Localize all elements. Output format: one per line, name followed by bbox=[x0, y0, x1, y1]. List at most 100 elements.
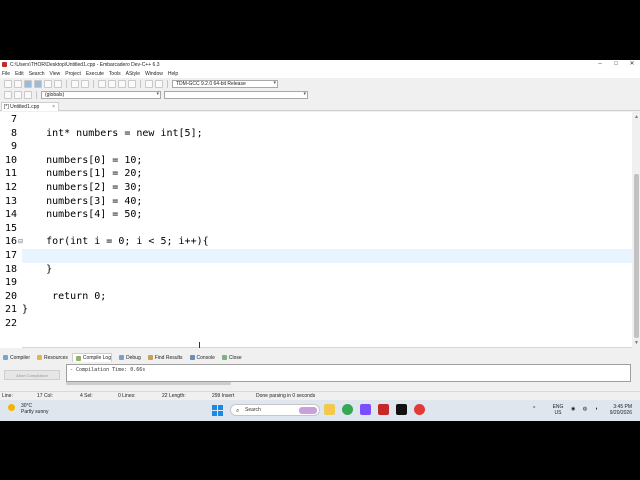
find-icon[interactable] bbox=[98, 79, 106, 88]
line-number: 8 bbox=[10, 127, 17, 139]
windows-taskbar: 30°C Partly sunny ⌕ Search ^ ENG US ◉ ◍ ◑ bbox=[0, 400, 640, 421]
compile-run-icon[interactable] bbox=[24, 90, 32, 99]
code-editor[interactable]: 7 8 9 10 11 12 13 14 15 16 ⊟ 17 18 19 20 21 22 int* numb… bbox=[0, 112, 640, 348]
minimize-button[interactable]: – bbox=[592, 60, 608, 69]
code-line[interactable]: return 0; bbox=[22, 290, 632, 304]
line-number: 9 bbox=[10, 141, 17, 153]
chrome-icon[interactable] bbox=[342, 404, 353, 415]
line-gutter: 7 8 9 10 11 12 13 14 15 16 ⊟ 17 18 19 20 21 22 bbox=[0, 112, 23, 348]
devcpp-app-icon bbox=[2, 62, 7, 67]
resources-tab-icon bbox=[37, 355, 43, 360]
code-line[interactable]: numbers[0] = 10; bbox=[22, 154, 632, 168]
code-line[interactable]: numbers[4] = 50; bbox=[22, 208, 632, 222]
save-icon[interactable] bbox=[24, 79, 32, 88]
main-toolbar: TDM-GCC 9.2.0 64-bit Release bbox=[0, 78, 640, 89]
project-options-icon[interactable] bbox=[155, 79, 163, 88]
code-line[interactable]: numbers[3] = 40; bbox=[22, 195, 632, 209]
compile-icon[interactable] bbox=[4, 90, 12, 99]
devcpp-window: C:\Users\THOR\Desktop\Untitled1.cpp - Em… bbox=[0, 60, 640, 421]
language-indicator[interactable]: ENG US bbox=[552, 404, 564, 416]
menu-project[interactable]: Project bbox=[65, 71, 81, 77]
open-file-icon[interactable] bbox=[14, 79, 22, 88]
code-line[interactable] bbox=[22, 140, 632, 154]
abort-compilation-button[interactable]: Abort Compilation bbox=[4, 370, 60, 380]
tab-find-results[interactable]: Find Results bbox=[145, 353, 183, 362]
menu-view[interactable]: View bbox=[50, 71, 61, 77]
find-results-tab-icon bbox=[147, 355, 153, 360]
code-line[interactable] bbox=[22, 113, 632, 127]
secondary-toolbar: (globals) bbox=[0, 89, 640, 100]
menu-astyle[interactable]: AStyle bbox=[126, 71, 140, 77]
menu-execute[interactable]: Execute bbox=[86, 71, 104, 77]
file-explorer-icon[interactable] bbox=[324, 404, 335, 415]
tab-compile-log[interactable]: Compile Log bbox=[71, 353, 112, 362]
close-tab-icon[interactable]: × bbox=[52, 103, 55, 111]
code-line[interactable]: numbers[2] = 30; bbox=[22, 181, 632, 195]
scrollbar-thumb[interactable] bbox=[634, 174, 639, 338]
screen: C:\Users\THOR\Desktop\Untitled1.cpp - Em… bbox=[0, 0, 640, 480]
close-window-button[interactable]: ✕ bbox=[624, 60, 640, 69]
scroll-up-icon[interactable]: ▲ bbox=[634, 114, 639, 120]
code-line[interactable]: numbers[1] = 20; bbox=[22, 167, 632, 181]
vertical-scrollbar[interactable]: ▲ ▼ bbox=[632, 112, 640, 348]
replace-icon[interactable] bbox=[108, 79, 116, 88]
wifi-volume-battery-icon[interactable]: ◉ ◍ ◑ bbox=[571, 406, 601, 412]
undo-icon[interactable] bbox=[71, 79, 79, 88]
tab-console[interactable]: Console bbox=[187, 353, 215, 362]
devcpp-taskbar-icon[interactable] bbox=[378, 404, 389, 415]
line-number: 10 bbox=[4, 154, 17, 166]
code-area[interactable]: int* numbers = new int[5]; numbers[0] = … bbox=[22, 112, 632, 348]
menu-window[interactable]: Window bbox=[145, 71, 163, 77]
tiktok-icon[interactable] bbox=[396, 404, 407, 415]
bookmark-icon[interactable] bbox=[128, 79, 136, 88]
debug-tab-icon bbox=[119, 355, 124, 360]
code-line[interactable] bbox=[22, 317, 632, 331]
windows-start-icon[interactable] bbox=[212, 405, 223, 416]
menu-search[interactable]: Search bbox=[29, 71, 45, 77]
run-icon[interactable] bbox=[14, 90, 22, 99]
code-line[interactable] bbox=[22, 222, 632, 236]
taskbar-search[interactable]: ⌕ Search bbox=[230, 404, 320, 416]
code-line[interactable]: for(int i = 0; i < 5; i++){ bbox=[22, 235, 632, 249]
tab-untitled1[interactable]: [*] Untitled1.cpp × bbox=[1, 102, 59, 111]
new-file-icon[interactable] bbox=[4, 79, 12, 88]
taskbar-clock[interactable]: 3:45 PM 9/20/2026 bbox=[606, 404, 632, 416]
bottom-tab-bar: Compiler Resources Compile Log Debug Fin… bbox=[0, 353, 640, 362]
tab-resources[interactable]: Resources bbox=[34, 353, 68, 362]
line-number: 16 bbox=[4, 236, 17, 248]
close-file-icon[interactable] bbox=[44, 79, 52, 88]
app-purple-icon[interactable] bbox=[360, 404, 371, 415]
status-bar: Line: 17 Col: 4 Sel: 0 Lines: 22 Length:… bbox=[0, 391, 640, 400]
line-number: 20 bbox=[4, 290, 17, 302]
goto-icon[interactable] bbox=[118, 79, 126, 88]
status-length: 22 Length: bbox=[162, 393, 186, 399]
compiler-select[interactable]: TDM-GCC 9.2.0 64-bit Release bbox=[172, 79, 278, 88]
compiler-tab-icon bbox=[3, 355, 8, 360]
code-line[interactable]: } bbox=[22, 303, 632, 317]
menu-tools[interactable]: Tools bbox=[109, 71, 121, 77]
save-all-icon[interactable] bbox=[34, 79, 42, 88]
app-red-icon[interactable] bbox=[414, 404, 425, 415]
tray-chevron-icon[interactable]: ^ bbox=[533, 406, 535, 412]
redo-icon[interactable] bbox=[81, 79, 89, 88]
member-select[interactable] bbox=[164, 90, 308, 99]
line-number: 19 bbox=[4, 277, 17, 289]
menu-file[interactable]: File bbox=[2, 71, 10, 77]
maximize-button[interactable]: □ bbox=[608, 60, 624, 69]
tab-compiler[interactable]: Compiler bbox=[0, 353, 30, 362]
scope-select[interactable]: (globals) bbox=[41, 90, 161, 99]
tab-close[interactable]: Close bbox=[219, 353, 242, 362]
menu-edit[interactable]: Edit bbox=[15, 71, 24, 77]
menu-help[interactable]: Help bbox=[168, 71, 178, 77]
code-line[interactable] bbox=[22, 276, 632, 290]
code-line[interactable]: int* numbers = new int[5]; bbox=[22, 127, 632, 141]
code-line-current[interactable] bbox=[22, 249, 632, 263]
scroll-down-icon[interactable]: ▼ bbox=[634, 340, 639, 346]
compile-log-tab-icon bbox=[75, 355, 81, 361]
log-horizontal-scrollbar[interactable] bbox=[66, 382, 231, 385]
code-line[interactable]: } bbox=[22, 263, 632, 277]
project-new-icon[interactable] bbox=[145, 79, 153, 88]
compile-log-output[interactable]: - Compilation Time: 0.66s bbox=[66, 364, 631, 382]
print-icon[interactable] bbox=[54, 79, 62, 88]
tab-debug[interactable]: Debug bbox=[116, 353, 141, 362]
